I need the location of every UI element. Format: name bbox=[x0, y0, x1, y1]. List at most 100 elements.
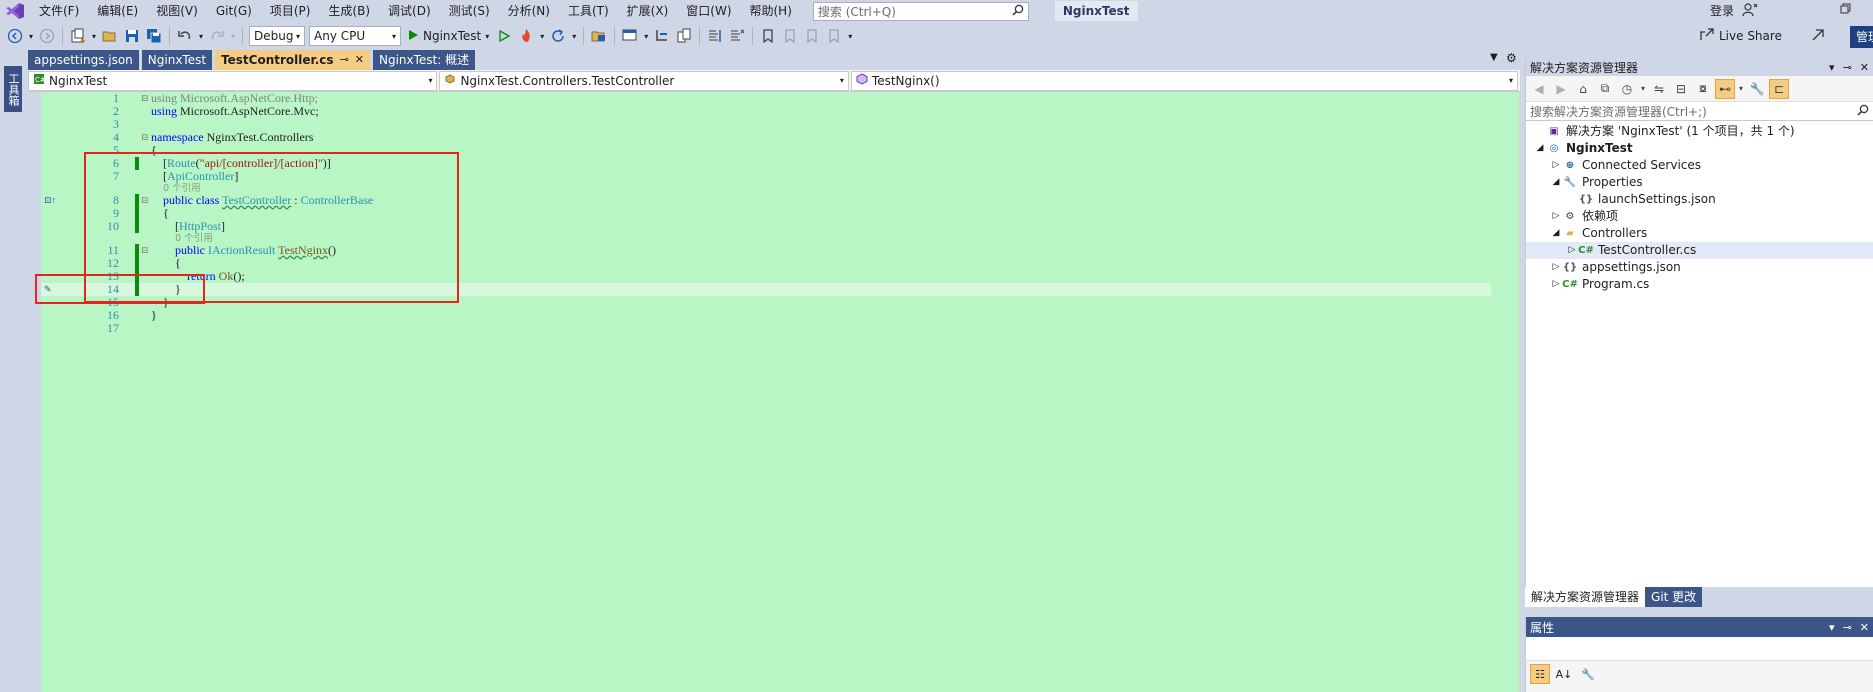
previous-bookmark-icon[interactable] bbox=[780, 25, 800, 47]
window-position-icon[interactable]: ▾ bbox=[1829, 61, 1835, 74]
tree-expander-icon[interactable]: ◢ bbox=[1534, 140, 1546, 157]
sign-in-link[interactable]: 登录 bbox=[1710, 0, 1734, 22]
chevron-down-icon[interactable]: ▾ bbox=[27, 25, 35, 47]
save-all-icon[interactable] bbox=[144, 25, 164, 47]
menu-item[interactable]: 扩展(X) bbox=[618, 0, 678, 22]
window-restore-icon[interactable] bbox=[1840, 3, 1852, 18]
comment-lines-icon[interactable] bbox=[705, 25, 725, 47]
window-position-icon[interactable]: ▾ bbox=[1829, 621, 1835, 634]
chevron-down-icon[interactable]: ▾ bbox=[570, 25, 578, 47]
document-tab[interactable]: appsettings.json bbox=[28, 50, 139, 70]
tree-expander-icon[interactable]: ▷ bbox=[1550, 157, 1562, 174]
tree-expander-icon[interactable]: ▷ bbox=[1550, 276, 1562, 293]
properties-object-selector[interactable] bbox=[1526, 637, 1873, 661]
home-icon[interactable]: ⌂ bbox=[1573, 79, 1593, 99]
next-bookmark-icon[interactable] bbox=[802, 25, 822, 47]
undo-icon[interactable] bbox=[175, 25, 195, 47]
pending-changes-filter-icon[interactable]: ◷ bbox=[1617, 79, 1637, 99]
menu-item[interactable]: Git(G) bbox=[207, 0, 261, 22]
configuration-select[interactable]: Debug ▾ bbox=[249, 26, 305, 46]
tree-item[interactable]: ▣ 解决方案 'NginxTest' (1 个项目，共 1 个) bbox=[1526, 123, 1873, 140]
tree-expander-icon[interactable]: ◢ bbox=[1550, 174, 1562, 191]
chevron-down-icon[interactable]: ▾ bbox=[1737, 79, 1745, 99]
chevron-down-icon[interactable]: ▾ bbox=[1639, 79, 1647, 99]
preview-pane-icon[interactable]: ⊏ bbox=[1769, 78, 1789, 99]
tree-item[interactable]: ▷{} appsettings.json bbox=[1526, 259, 1873, 276]
start-without-debugging-icon[interactable] bbox=[494, 25, 514, 47]
fold-toggle-icon[interactable]: ⊟ bbox=[141, 244, 149, 257]
collapse-all-icon[interactable]: ⊟ bbox=[1671, 79, 1691, 99]
browse-folder-icon[interactable] bbox=[589, 25, 609, 47]
menu-item[interactable]: 调试(D) bbox=[379, 0, 440, 22]
tree-expander-icon[interactable]: ▷ bbox=[1550, 208, 1562, 225]
code-text[interactable]: [ApiController] bbox=[151, 170, 238, 183]
open-folder-icon[interactable] bbox=[100, 25, 120, 47]
forward-icon[interactable]: ▶ bbox=[1551, 79, 1571, 99]
code-text[interactable]: using Microsoft.AspNetCore.Mvc; bbox=[151, 105, 319, 118]
toolbar-options-icon[interactable]: ▾ bbox=[846, 25, 854, 47]
navigate-forward-icon[interactable] bbox=[37, 25, 57, 47]
tab-solution-explorer[interactable]: 解决方案资源管理器 bbox=[1525, 587, 1646, 607]
visual-studio-logo-icon[interactable] bbox=[0, 0, 30, 22]
feedback-person-icon[interactable] bbox=[1742, 2, 1758, 21]
property-pages-wrench-icon[interactable]: 🔧 bbox=[1578, 664, 1598, 684]
menu-item[interactable]: 编辑(E) bbox=[88, 0, 147, 22]
fold-toggle-icon[interactable]: ⊟ bbox=[141, 131, 149, 144]
project-scope-select[interactable]: C# NginxTest ▾ bbox=[28, 70, 438, 91]
menu-item[interactable]: 项目(P) bbox=[261, 0, 320, 22]
document-tab[interactable]: NginxTest bbox=[141, 50, 213, 70]
document-tab[interactable]: TestController.cs ⊸ ✕ bbox=[215, 50, 370, 70]
fold-toggle-icon[interactable]: ⊟ bbox=[141, 92, 149, 105]
editor-vertical-scrollbar[interactable] bbox=[1519, 92, 1520, 692]
switch-views-icon[interactable]: ⧉ bbox=[1595, 79, 1615, 99]
preview-selected-items-icon[interactable]: ⊷ bbox=[1715, 78, 1735, 99]
navigate-back-icon[interactable] bbox=[5, 25, 25, 47]
step-into-icon[interactable] bbox=[652, 25, 672, 47]
tree-item[interactable]: ▷ C# Program.cs bbox=[1526, 276, 1873, 293]
tree-expander-icon[interactable]: ▷ bbox=[1566, 242, 1578, 259]
code-text[interactable]: [HttpPost] bbox=[151, 220, 225, 233]
tree-item[interactable]: ◢ 🔧 Properties bbox=[1526, 174, 1873, 191]
document-tab[interactable]: NginxTest: 概述 bbox=[373, 50, 476, 70]
live-share-button[interactable]: Live Share bbox=[1700, 25, 1782, 47]
tree-item[interactable]: ◢ ◎ NginxTest bbox=[1526, 140, 1873, 157]
menu-item[interactable]: 工具(T) bbox=[559, 0, 618, 22]
redo-icon[interactable] bbox=[207, 25, 227, 47]
close-icon[interactable]: ✕ bbox=[355, 50, 364, 70]
uncomment-lines-icon[interactable] bbox=[727, 25, 747, 47]
layout-window-icon[interactable] bbox=[620, 25, 640, 47]
chevron-down-icon[interactable]: ▾ bbox=[90, 25, 98, 47]
code-text[interactable]: namespace NginxTest.Controllers bbox=[151, 131, 313, 144]
tree-item[interactable]: ▷ C# TestController.cs bbox=[1526, 242, 1873, 259]
tab-git-changes[interactable]: Git 更改 bbox=[1645, 587, 1703, 607]
chevron-down-icon[interactable]: ▾ bbox=[229, 25, 237, 47]
toolbox-tab[interactable]: 工具箱 bbox=[4, 66, 22, 112]
code-text[interactable]: public class TestController : Controller… bbox=[151, 194, 373, 207]
chevron-down-icon[interactable]: ▾ bbox=[642, 25, 650, 47]
tab-list-dropdown-icon[interactable]: ▼ bbox=[1490, 52, 1498, 63]
tree-expander-icon[interactable]: ◢ bbox=[1550, 225, 1562, 242]
clear-bookmarks-icon[interactable] bbox=[824, 25, 844, 47]
manage-button[interactable]: 管理 bbox=[1850, 26, 1873, 48]
tree-item[interactable]: ▷ ⚙ 依赖项 bbox=[1526, 208, 1873, 225]
pin-icon[interactable]: ⊸ bbox=[340, 50, 349, 70]
categorized-icon[interactable]: ☷ bbox=[1530, 664, 1550, 684]
menu-item[interactable]: 视图(V) bbox=[147, 0, 207, 22]
alphabetical-sort-icon[interactable]: A↓ bbox=[1554, 664, 1574, 684]
member-select[interactable]: TestNginx() ▾ bbox=[850, 70, 1518, 91]
start-debugging-button[interactable]: NginxTest ▾ bbox=[403, 25, 493, 47]
pin-icon[interactable]: ⊸ bbox=[1843, 621, 1852, 634]
menu-item[interactable]: 测试(S) bbox=[440, 0, 499, 22]
menu-item[interactable]: 生成(B) bbox=[319, 0, 379, 22]
chevron-down-icon[interactable]: ▾ bbox=[538, 25, 546, 47]
type-select[interactable]: NginxTest.Controllers.TestController ▾ bbox=[439, 70, 849, 91]
solution-explorer-search[interactable]: 搜索解决方案资源管理器(Ctrl+;) bbox=[1526, 102, 1873, 121]
close-icon[interactable]: ✕ bbox=[1860, 61, 1869, 74]
bookmark-icon[interactable] bbox=[758, 25, 778, 47]
tree-item[interactable]: ◢ ▰ Controllers bbox=[1526, 225, 1873, 242]
platform-select[interactable]: Any CPU ▾ bbox=[309, 26, 401, 46]
copy-pages-icon[interactable] bbox=[674, 25, 694, 47]
refresh-icon[interactable] bbox=[548, 25, 568, 47]
menu-item[interactable]: 窗口(W) bbox=[677, 0, 740, 22]
menu-item[interactable]: 分析(N) bbox=[499, 0, 559, 22]
